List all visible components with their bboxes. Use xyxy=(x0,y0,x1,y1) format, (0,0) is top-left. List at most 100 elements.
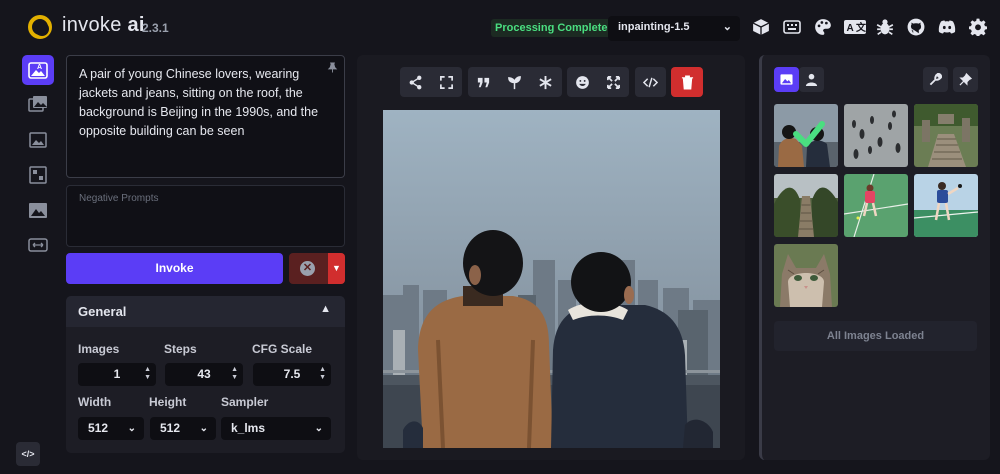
text-image-icon: A xyxy=(28,62,48,79)
svg-text:文: 文 xyxy=(856,21,866,34)
asterisk-icon[interactable] xyxy=(530,67,560,97)
version-label: 2.3.1 xyxy=(142,21,169,35)
toggle-console-button[interactable]: </> xyxy=(16,442,40,466)
model-select[interactable]: inpainting-1.5 ⌄ xyxy=(608,16,740,41)
all-images-loaded-button[interactable]: All Images Loaded xyxy=(774,321,977,351)
toolbar-group-postprocess xyxy=(567,67,629,97)
steps-input[interactable]: 43 ▲ ▼ xyxy=(165,363,243,386)
discord-icon[interactable] xyxy=(938,18,956,36)
delete-image-button[interactable] xyxy=(671,67,703,97)
height-value: 512 xyxy=(160,421,181,435)
sidebar-item-unified-canvas[interactable] xyxy=(22,125,54,155)
invoke-button[interactable]: Invoke xyxy=(66,253,283,284)
app-title: invoke ai xyxy=(62,14,145,37)
settings-icon[interactable] xyxy=(969,18,987,36)
width-value: 512 xyxy=(88,421,109,435)
hotkeys-icon[interactable] xyxy=(783,18,801,36)
sampler-select[interactable]: k_lms ⌄ xyxy=(221,417,331,440)
stepper-icon[interactable]: ▲ ▼ xyxy=(319,366,326,382)
user-icon xyxy=(805,73,818,86)
sidebar-item-postprocessing[interactable] xyxy=(22,195,54,225)
canvas-icon xyxy=(29,132,47,148)
negative-prompt-input[interactable]: Negative Prompts xyxy=(66,185,345,247)
chevron-down-icon: ⌄ xyxy=(314,423,323,434)
bug-icon[interactable] xyxy=(876,18,894,36)
width-label: Width xyxy=(78,395,112,409)
invoke-logo-icon xyxy=(28,15,52,39)
sidebar-item-text-to-image[interactable]: A xyxy=(22,55,54,85)
images-input[interactable]: 1 ▲ ▼ xyxy=(78,363,156,386)
cfg-scale-value: 7.5 xyxy=(283,367,301,381)
image-to-image-icon xyxy=(28,96,47,112)
training-icon xyxy=(28,238,48,252)
gallery-pin-button[interactable] xyxy=(953,67,978,92)
svg-text:A: A xyxy=(847,23,854,34)
toolbar-group-code xyxy=(635,67,666,97)
cfg-scale-input[interactable]: 7.5 ▲ ▼ xyxy=(253,363,331,386)
generated-image xyxy=(383,110,720,448)
nodes-icon xyxy=(29,166,47,184)
stepper-icon[interactable]: ▲ ▼ xyxy=(144,366,151,382)
seed-icon[interactable] xyxy=(499,67,529,97)
model-select-value: inpainting-1.5 xyxy=(618,21,690,33)
sidebar-item-nodes[interactable] xyxy=(22,160,54,190)
brand-name: invoke xyxy=(62,14,122,36)
gallery-thumbnail[interactable] xyxy=(844,104,908,167)
general-panel-header[interactable]: General ▲ xyxy=(66,296,345,327)
toolbar-group-params xyxy=(468,67,562,97)
status-badge: Processing Complete xyxy=(491,19,612,37)
height-select[interactable]: 512 ⌄ xyxy=(150,417,216,440)
github-icon[interactable] xyxy=(907,18,925,36)
cancel-menu-button[interactable]: ▼ xyxy=(328,253,345,284)
steps-value: 43 xyxy=(197,367,211,381)
trash-icon xyxy=(681,74,693,90)
chevron-down-icon: ⌄ xyxy=(199,423,208,434)
width-select[interactable]: 512 ⌄ xyxy=(78,417,144,440)
language-icon[interactable]: A文 xyxy=(844,18,867,36)
prompt-input[interactable]: A pair of young Chinese lovers, wearing … xyxy=(66,55,345,178)
image-icon xyxy=(780,74,793,85)
gallery-thumbnail[interactable] xyxy=(844,174,908,237)
sampler-value: k_lms xyxy=(231,421,266,435)
chevron-down-icon: ⌄ xyxy=(722,21,732,33)
wrench-icon xyxy=(929,73,942,86)
sidebar-item-image-to-image[interactable] xyxy=(22,90,54,120)
upscale-icon[interactable] xyxy=(598,67,628,97)
code-icon[interactable] xyxy=(635,67,665,97)
pin-icon[interactable] xyxy=(327,62,338,73)
face-restore-icon[interactable] xyxy=(567,67,597,97)
model-manager-icon[interactable] xyxy=(752,18,770,36)
images-label: Images xyxy=(78,342,120,356)
chevron-down-icon: ⌄ xyxy=(127,423,136,434)
sidebar-item-training[interactable] xyxy=(22,230,54,260)
gallery-thumbnail[interactable] xyxy=(774,174,838,237)
steps-label: Steps xyxy=(164,342,197,356)
gallery-tab-images[interactable] xyxy=(774,67,799,92)
sampler-label: Sampler xyxy=(221,395,269,409)
general-title: General xyxy=(78,304,127,319)
gallery-thumbnail[interactable] xyxy=(914,104,978,167)
stepper-icon[interactable]: ▲ ▼ xyxy=(231,366,238,382)
header: invoke ai 2.3.1 Processing Complete inpa… xyxy=(0,0,1000,54)
cancel-icon: ✕ xyxy=(300,261,315,276)
sidebar: A xyxy=(0,54,60,474)
gallery-tab-user[interactable] xyxy=(799,67,824,92)
expand-icon[interactable] xyxy=(431,67,461,97)
gallery-thumbnail[interactable] xyxy=(914,174,978,237)
gallery-thumbnail[interactable] xyxy=(774,104,838,167)
images-value: 1 xyxy=(113,367,121,381)
share-icon[interactable] xyxy=(400,67,430,97)
svg-text:A: A xyxy=(37,64,42,71)
cancel-button[interactable]: ✕ ▼ xyxy=(289,253,345,284)
current-image xyxy=(383,110,720,448)
prompt-text: A pair of young Chinese lovers, wearing … xyxy=(79,67,319,138)
cfg-scale-label: CFG Scale xyxy=(252,342,313,356)
negative-prompt-placeholder: Negative Prompts xyxy=(79,193,159,204)
theme-icon[interactable] xyxy=(814,18,832,36)
chevron-up-icon: ▲ xyxy=(320,303,331,315)
general-panel: General ▲ Images Steps CFG Scale 1 ▲ ▼ 43 ▲ ▼… xyxy=(66,296,345,453)
gallery-settings-button[interactable] xyxy=(923,67,948,92)
postprocess-icon xyxy=(29,203,47,218)
quote-icon[interactable] xyxy=(468,67,498,97)
gallery-thumbnail[interactable] xyxy=(774,244,838,307)
